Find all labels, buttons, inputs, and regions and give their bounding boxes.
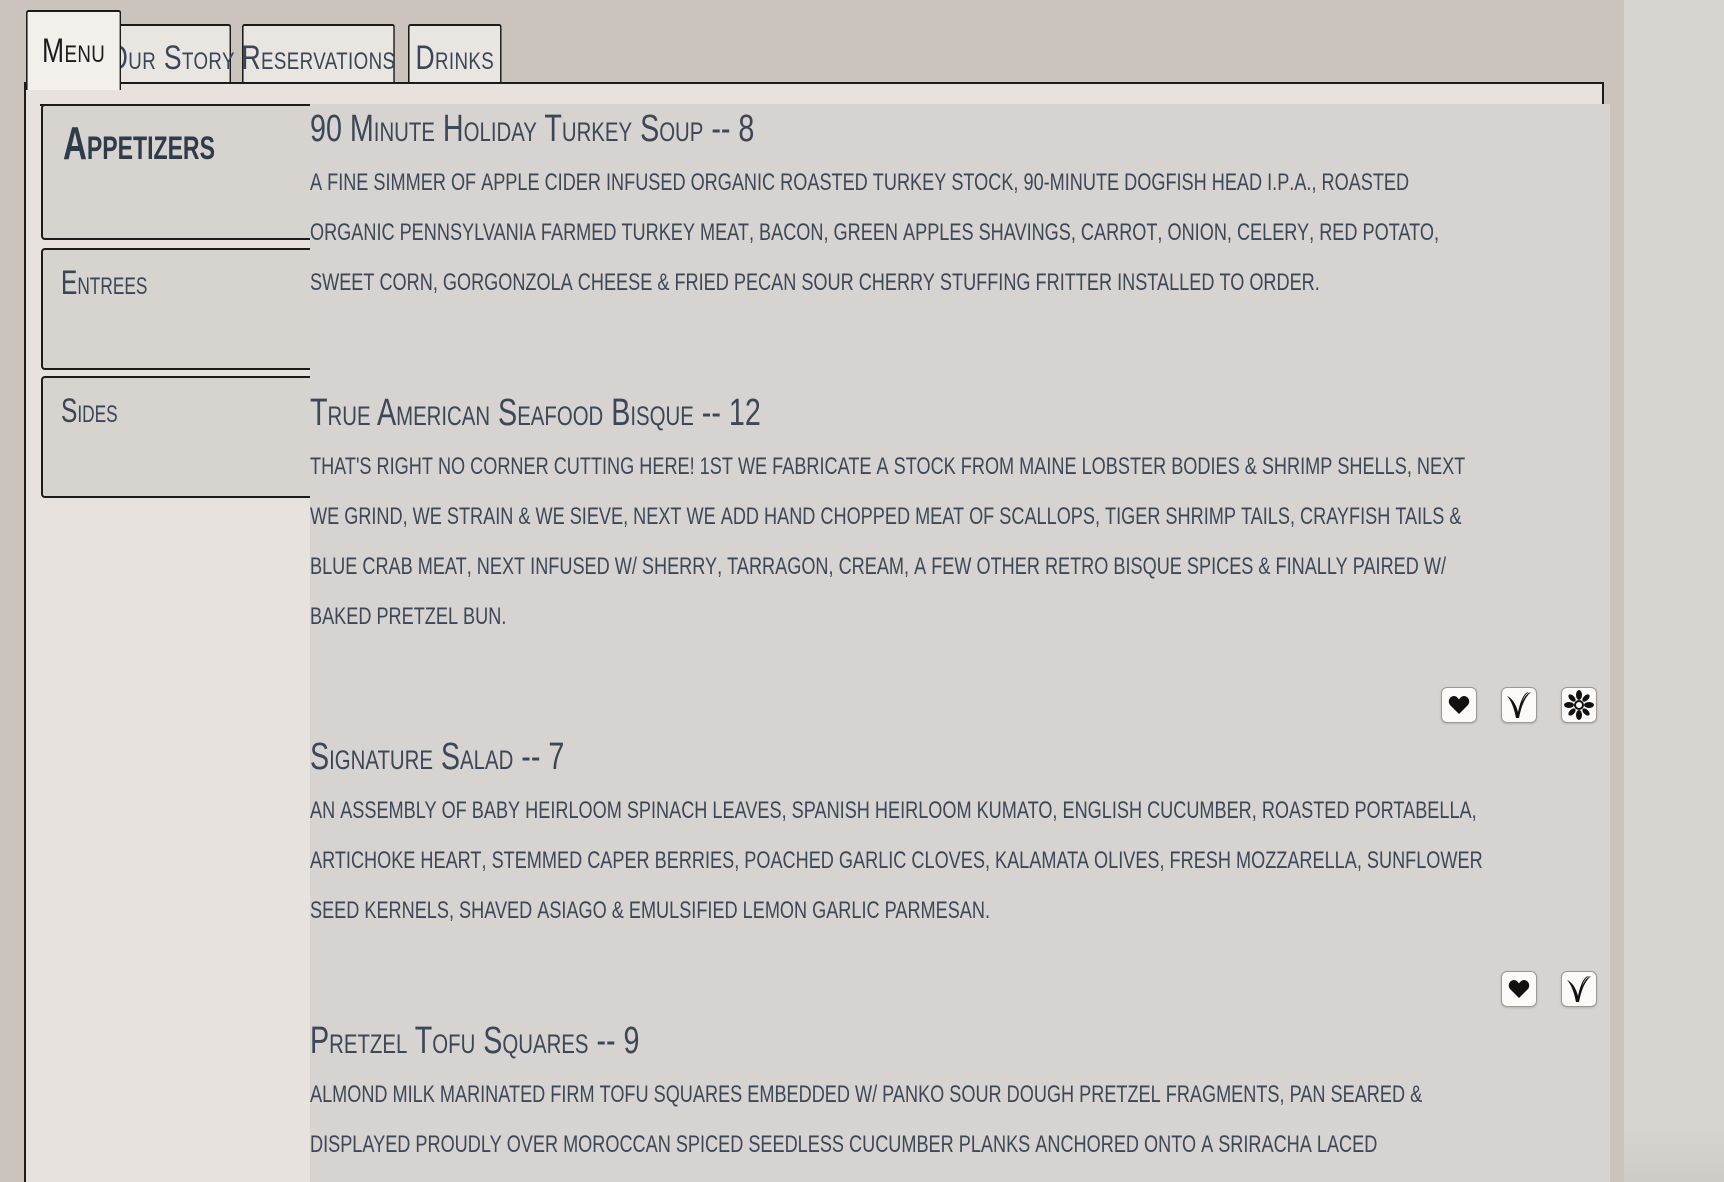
tab-drinks-label: Drinks <box>415 38 495 77</box>
menu-item: Pretzel Tofu Squares -- 9 Almond milk ma… <box>310 1016 1488 1182</box>
menu-item-description: A fine simmer of apple cider infused org… <box>310 160 1440 298</box>
menu-item-title: Pretzel Tofu Squares -- 9 <box>310 1020 640 1062</box>
vegetarian-icon[interactable] <box>1501 687 1537 723</box>
category-appetizers-label: Appetizers <box>63 117 215 169</box>
menu-item-title: True American Seafood Bisque -- 12 <box>310 392 761 434</box>
window-edge <box>1624 0 1724 1182</box>
menu-item-title: Signature Salad -- 7 <box>310 736 565 778</box>
menu-item: True American Seafood Bisque -- 12 That'… <box>310 388 1488 638</box>
menu-content: 90 Minute Holiday Turkey Soup -- 8 A fin… <box>310 104 1610 1182</box>
gluten-free-icon[interactable] <box>1561 687 1597 723</box>
menu-item: Signature Salad -- 7 An assembly of baby… <box>310 732 1488 932</box>
heart-icon[interactable] <box>1501 971 1537 1007</box>
category-entrees-label: Entrees <box>61 264 148 302</box>
tab-our-story-label: Our Story <box>107 38 235 77</box>
tab-reservations[interactable]: Reservations <box>242 24 395 90</box>
category-sides-label: Sides <box>61 392 118 430</box>
menu-panel: Appetizers Entrees Sides 90 Minute Holid… <box>24 82 1610 1182</box>
page: Menu Our Story Reservations Drinks Appet… <box>0 0 1724 1182</box>
menu-item-title: 90 Minute Holiday Turkey Soup -- 8 <box>310 108 755 150</box>
tab-menu[interactable]: Menu <box>26 10 122 90</box>
category-appetizers[interactable]: Appetizers <box>41 104 311 240</box>
menu-item-description: An assembly of baby heirloom spinach lea… <box>310 788 1483 926</box>
vegetarian-icon[interactable] <box>1561 971 1597 1007</box>
menu-item: 90 Minute Holiday Turkey Soup -- 8 A fin… <box>310 104 1488 304</box>
menu-item-description: That's right no corner cutting here! 1st… <box>310 444 1466 632</box>
category-sides[interactable]: Sides <box>41 376 311 498</box>
category-entrees[interactable]: Entrees <box>41 248 311 370</box>
tab-our-story[interactable]: Our Story <box>107 24 234 90</box>
tab-menu-label: Menu <box>41 31 106 70</box>
menu-item-description: Almond milk marinated firm tofu squares … <box>310 1072 1423 1182</box>
heart-icon[interactable] <box>1441 687 1477 723</box>
tab-drinks[interactable]: Drinks <box>408 24 502 90</box>
tab-reservations-label: Reservations <box>241 38 396 77</box>
